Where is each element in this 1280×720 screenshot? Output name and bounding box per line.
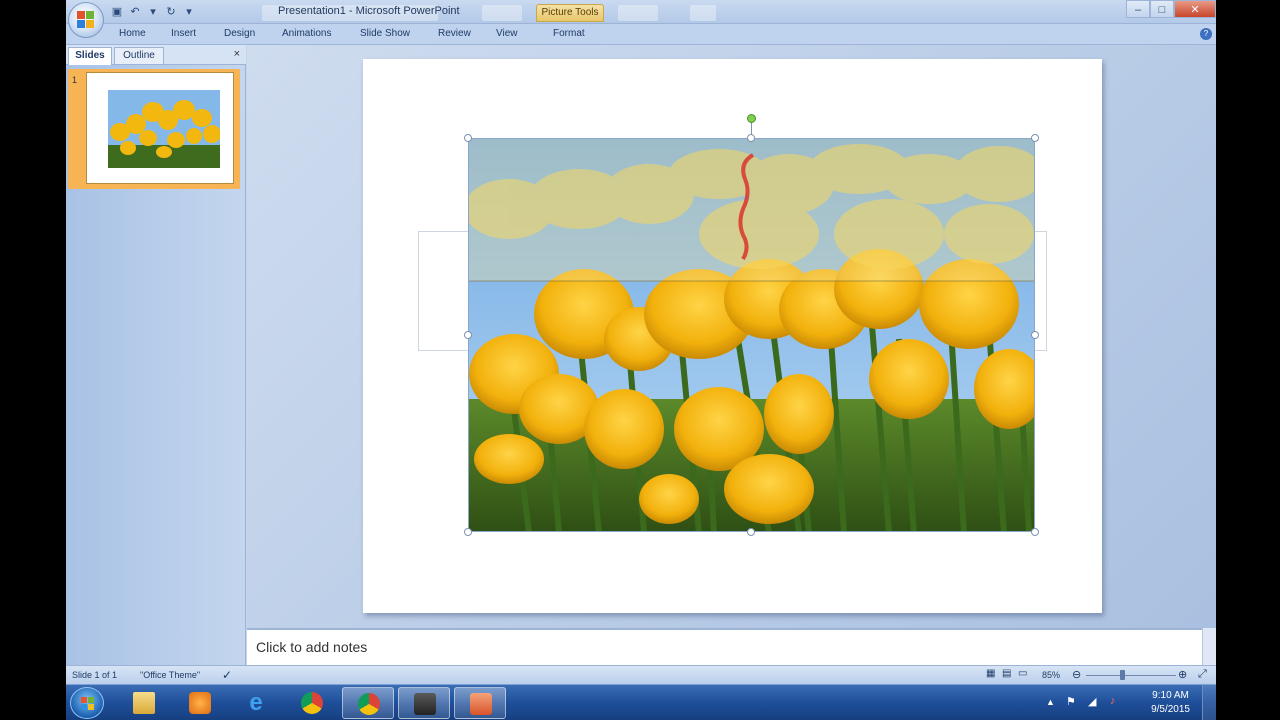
tab-slide-show[interactable]: Slide Show	[360, 28, 410, 39]
letterbox-left	[0, 0, 66, 720]
undo-dropdown-icon[interactable]: ▾	[146, 5, 160, 19]
system-tray: ▲ ⚑ ◢ ♪ 9:10 AM 9/5/2015	[1046, 685, 1216, 720]
slide-count-status: Slide 1 of 1	[72, 670, 118, 680]
tab-outline[interactable]: Outline	[114, 47, 164, 64]
status-bar: Slide 1 of 1 "Office Theme" ✓ ▦ ▤ ▭ 85% …	[66, 665, 1216, 684]
save-icon[interactable]: ▣	[110, 5, 124, 19]
resize-handle-top-left[interactable]	[464, 134, 472, 142]
tulip-picture[interactable]	[468, 138, 1035, 532]
powerpoint-icon	[470, 693, 492, 715]
slide-thumbnail[interactable]	[86, 72, 234, 184]
powerpoint-window: ▣ ↶ ▾ ↻ ▾ Presentation1 - Microsoft Powe…	[66, 0, 1216, 720]
zoom-in-icon[interactable]: ⊕	[1178, 668, 1187, 681]
start-button[interactable]	[70, 687, 104, 719]
resize-handle-bottom-left[interactable]	[464, 528, 472, 536]
resize-handle-bottom[interactable]	[747, 528, 755, 536]
vertical-scrollbar[interactable]	[1202, 628, 1216, 665]
resize-handle-bottom-right[interactable]	[1031, 528, 1039, 536]
thumbnail-picture	[108, 90, 220, 168]
fit-to-window-icon[interactable]: ⤢	[1198, 668, 1207, 681]
zoom-slider[interactable]	[1086, 675, 1176, 676]
clock-date: 9/5/2015	[1151, 704, 1190, 715]
picture-tools-tab-group: Picture Tools	[536, 4, 604, 22]
tab-review[interactable]: Review	[438, 28, 471, 39]
taskbar-explorer[interactable]	[118, 687, 170, 719]
slide-sorter-icon[interactable]: ▤	[1002, 668, 1011, 679]
show-desktop-button[interactable]	[1202, 685, 1216, 720]
resize-handle-top[interactable]	[747, 134, 755, 142]
help-icon[interactable]: ?	[1200, 28, 1212, 40]
tab-home[interactable]: Home	[119, 28, 146, 39]
taskbar-powerpoint[interactable]	[454, 687, 506, 719]
taskbar-chrome-2[interactable]	[342, 687, 394, 719]
tab-slides[interactable]: Slides	[68, 47, 112, 65]
internet-explorer-icon: e	[249, 689, 263, 716]
tray-expand-icon[interactable]: ▲	[1046, 697, 1055, 707]
tab-view[interactable]: View	[496, 28, 518, 39]
clock-time: 9:10 AM	[1152, 690, 1189, 701]
camcorder-icon	[414, 693, 436, 715]
tab-insert[interactable]: Insert	[171, 28, 196, 39]
slide-thumbnail-number: 1	[72, 75, 78, 85]
ribbon-tabs: Home Insert Design Animations Slide Show…	[66, 24, 1216, 45]
taskbar-internet-explorer[interactable]: e	[230, 687, 282, 719]
chrome-icon	[358, 693, 380, 715]
zoom-level[interactable]: 85%	[1042, 670, 1060, 680]
notes-pane[interactable]: Click to add notes	[247, 628, 1202, 665]
windows-taskbar: e ▲ ⚑ ◢ ♪ 9:10 AM 9/5/2015	[66, 684, 1216, 720]
zoom-slider-thumb[interactable]	[1120, 670, 1125, 680]
taskbar-recorder[interactable]	[398, 687, 450, 719]
theme-status: "Office Theme"	[140, 670, 201, 680]
normal-view-icon[interactable]: ▦	[986, 668, 995, 679]
slide-editing-area	[247, 45, 1216, 628]
pane-tabs: Slides Outline ×	[66, 45, 246, 65]
slides-pane: Slides Outline × 1	[66, 45, 246, 665]
close-pane-icon[interactable]: ×	[234, 48, 240, 60]
spell-check-icon[interactable]: ✓	[222, 668, 232, 682]
minimize-button[interactable]: –	[1126, 0, 1150, 18]
action-center-icon[interactable]: ⚑	[1066, 695, 1076, 708]
zoom-out-icon[interactable]: ⊖	[1072, 668, 1081, 681]
slide-canvas[interactable]	[363, 59, 1102, 613]
office-button[interactable]	[68, 2, 104, 38]
resize-handle-left[interactable]	[464, 331, 472, 339]
office-logo-icon	[77, 11, 95, 29]
redo-icon[interactable]: ↻	[164, 5, 178, 19]
customize-qat-icon[interactable]: ▾	[182, 5, 196, 19]
title-bar: ▣ ↶ ▾ ↻ ▾ Presentation1 - Microsoft Powe…	[66, 0, 1216, 24]
chrome-icon	[301, 692, 323, 714]
media-player-icon	[189, 692, 211, 714]
folder-icon	[133, 692, 155, 714]
window-title: Presentation1 - Microsoft PowerPoint	[278, 5, 460, 17]
volume-icon[interactable]: ♪	[1110, 695, 1116, 707]
close-button[interactable]: ✕	[1174, 0, 1216, 18]
slide-show-icon[interactable]: ▭	[1018, 668, 1027, 679]
notes-placeholder: Click to add notes	[256, 639, 368, 655]
title-glass-2	[618, 5, 658, 21]
tab-animations[interactable]: Animations	[282, 28, 331, 39]
maximize-button[interactable]: □	[1150, 0, 1174, 18]
resize-handle-right[interactable]	[1031, 331, 1039, 339]
resize-handle-top-right[interactable]	[1031, 134, 1039, 142]
taskbar-clock[interactable]: 9:10 AM 9/5/2015	[1151, 689, 1190, 717]
rotation-handle[interactable]	[747, 114, 756, 123]
title-glass-3	[690, 5, 716, 21]
letterbox-right	[1216, 0, 1280, 720]
taskbar-chrome[interactable]	[286, 687, 338, 719]
tab-format[interactable]: Format	[553, 28, 585, 39]
windows-logo-icon	[81, 697, 94, 710]
title-glass-1	[482, 5, 522, 21]
window-controls: – □ ✕	[1126, 0, 1216, 18]
network-icon[interactable]: ◢	[1088, 695, 1096, 708]
quick-access-toolbar: ▣ ↶ ▾ ↻ ▾	[110, 4, 196, 20]
taskbar-media-player[interactable]	[174, 687, 226, 719]
tab-design[interactable]: Design	[224, 28, 255, 39]
undo-icon[interactable]: ↶	[128, 5, 142, 19]
